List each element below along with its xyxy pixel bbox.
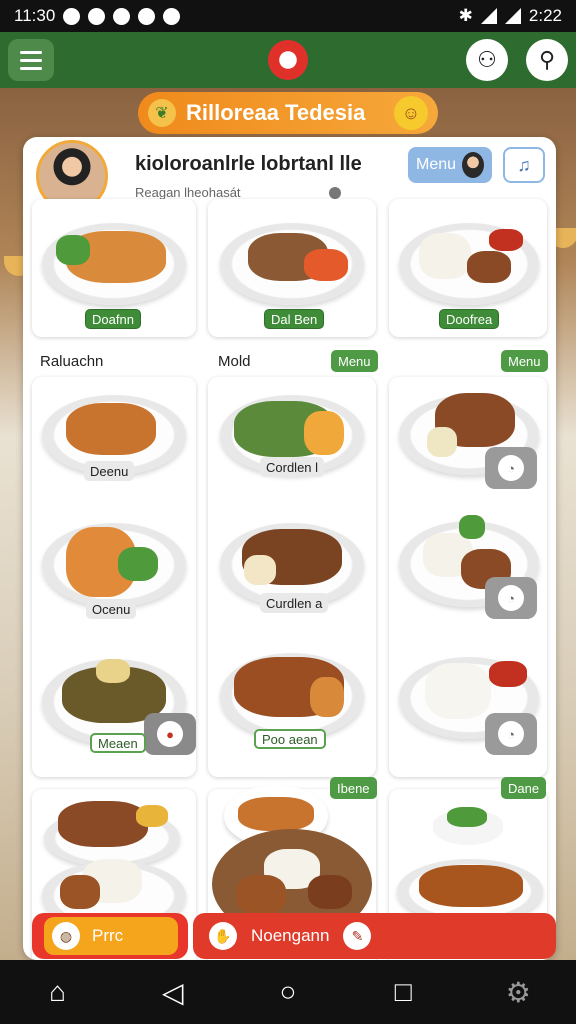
more-button[interactable]: ◔ [485, 577, 537, 619]
avatar [462, 152, 484, 178]
tile-label: Curdlen a [260, 593, 329, 613]
tile-label: Meaen [90, 733, 146, 753]
menu-tile[interactable]: Deenu Ocenu ● Meaen [32, 377, 196, 777]
sauce-button[interactable]: ● [144, 713, 196, 755]
bluetooth-icon: ✱ [458, 6, 473, 25]
tile-label: Dane [501, 777, 547, 799]
app-icon [163, 7, 181, 25]
circle-home-icon[interactable]: ○ [268, 972, 308, 1012]
status-bar: 11:30 ✱ 2:22 [0, 0, 576, 32]
app-icon [88, 7, 106, 25]
back-icon[interactable]: ◁ [153, 972, 193, 1012]
status-time-right: 2:22 [528, 6, 562, 25]
section-label: Raluachn [40, 353, 104, 370]
noengann-label: Noengann [251, 926, 330, 945]
app-icon [113, 7, 131, 25]
brand-logo-icon [268, 40, 308, 80]
recents-icon[interactable]: □ [383, 972, 423, 1012]
basket-icon: ◍ [52, 922, 80, 950]
signal-icon [480, 8, 497, 24]
menu-tile[interactable]: Doafnn [32, 199, 196, 337]
group-icon[interactable]: ⚇ [466, 39, 508, 81]
tile-label: Deenu [84, 461, 135, 481]
home-icon[interactable]: ⌂ [38, 972, 78, 1012]
hamburger-menu-button[interactable] [8, 39, 54, 81]
section-label: Mold [218, 353, 251, 370]
menu-tile[interactable]: Cordlen l Curdlen a Poo aean [208, 377, 376, 777]
prrc-button[interactable]: ◍ Prrc [32, 913, 188, 959]
system-nav-bar: ⌂ ◁ ○ □ ⚙ [0, 960, 576, 1024]
notification-icon [63, 7, 81, 25]
spoon-icon: ✎ [343, 922, 372, 950]
location-icon [329, 187, 341, 199]
tile-label: Ocenu [86, 599, 137, 619]
tile-label: Ibene [330, 777, 377, 799]
menu-card: kioloroanlrle lobrtanl lle Reagan lheoha… [23, 137, 556, 960]
menu-tile[interactable]: Doofrea [389, 199, 547, 337]
menu-tile[interactable]: ◔ ◔ ◔ [389, 377, 547, 777]
more-button[interactable]: ◔ [485, 447, 537, 489]
bell-icon[interactable]: ♫ [503, 147, 545, 183]
prrc-label: Prrc [92, 926, 124, 945]
section-chip[interactable]: Menu [501, 350, 548, 372]
tile-label: Poo aean [254, 729, 326, 749]
status-time: 11:30 [14, 6, 56, 25]
cutlery-icon[interactable]: ⚲ [526, 39, 568, 81]
tile-label: Doofrea [439, 309, 500, 329]
tile-label: Cordlen l [260, 457, 325, 477]
menu-tile[interactable]: Dal Ben [208, 199, 376, 337]
gear-icon[interactable]: ⚙ [498, 972, 538, 1012]
hand-icon: ✋ [209, 922, 237, 950]
restaurant-banner[interactable]: ❦ Rilloreaa Tedesia ☺ [138, 92, 438, 134]
app-icon [138, 7, 156, 25]
more-button[interactable]: ◔ [485, 713, 537, 755]
menu-button[interactable]: Menu [408, 147, 492, 183]
restaurant-subtitle: Reagan lheohasát [135, 185, 241, 200]
app-bar: ⚇ ⚲ [0, 32, 576, 88]
wifi-icon [504, 8, 521, 24]
leaf-icon: ❦ [148, 99, 176, 127]
tile-label: Dal Ben [264, 309, 325, 329]
section-chip[interactable]: Menu [331, 350, 378, 372]
noengann-button[interactable]: ✋ Noengann ✎ [193, 913, 556, 959]
banner-title: Rilloreaa Tedesia [186, 100, 366, 125]
tile-label: Doafnn [85, 309, 141, 329]
smiley-icon[interactable]: ☺ [394, 96, 428, 130]
restaurant-name: kioloroanlrle lobrtanl lle [135, 153, 362, 175]
